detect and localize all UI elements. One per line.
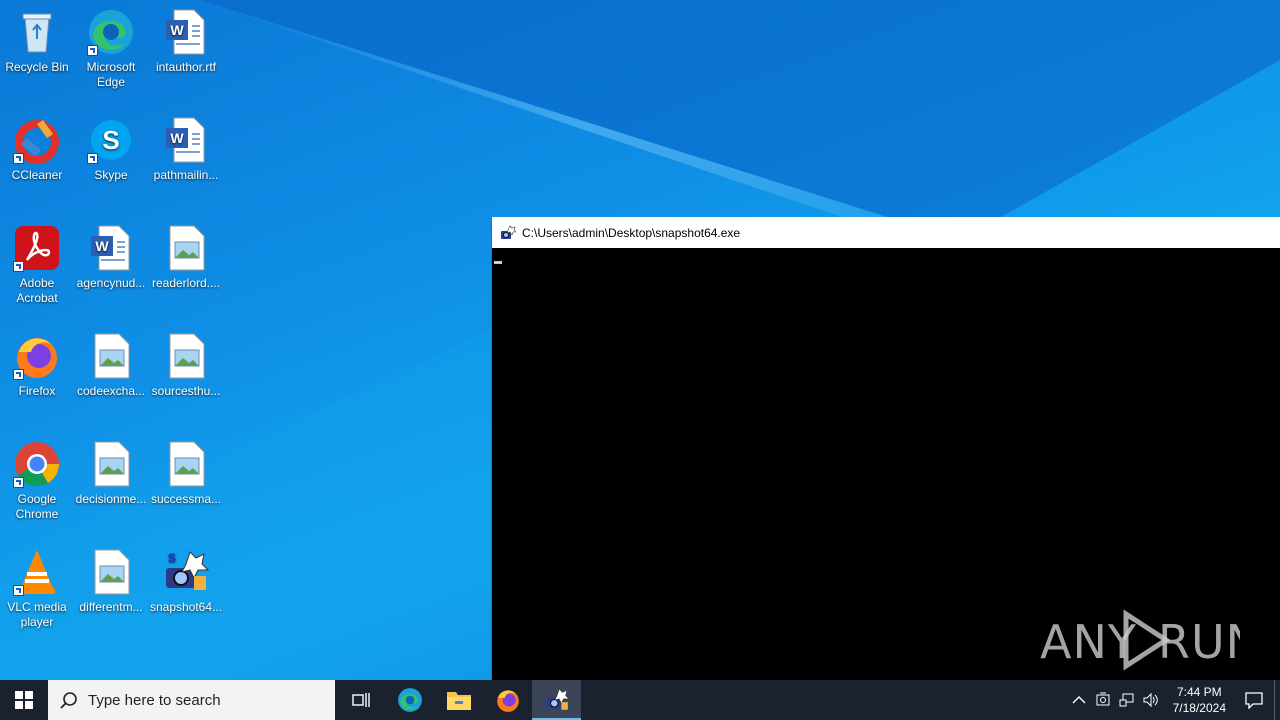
desktop-icon-edge[interactable]: Microsoft Edge (74, 8, 148, 90)
differentm-label: differentm... (79, 600, 143, 614)
word-document-icon: W (162, 8, 210, 56)
recycle-bin-label: Recycle Bin (5, 60, 69, 74)
firefox-icon (496, 690, 519, 712)
desktop-icon-agencynud[interactable]: W agencynud... (74, 224, 148, 291)
chevron-up-icon (1072, 696, 1086, 704)
desktop-icon-differentm[interactable]: differentm... (74, 548, 148, 615)
svg-text:W: W (170, 130, 184, 146)
clock-time: 7:44 PM (1176, 685, 1222, 699)
desktop-icon-chrome[interactable]: Google Chrome (0, 440, 74, 522)
decisionme-label: decisionme... (75, 492, 147, 506)
chrome-icon (13, 440, 61, 488)
image-file-icon (87, 440, 135, 488)
ccleaner-label: CCleaner (11, 168, 63, 182)
codeexcha-label: codeexcha... (76, 384, 146, 398)
readerlord-label: readerlord.... (151, 276, 221, 290)
search-icon (60, 692, 77, 709)
vlc-label: VLC media player (7, 600, 67, 629)
image-file-icon (162, 332, 210, 380)
image-file-icon (87, 332, 135, 380)
taskbar-search-box[interactable]: Type here to search (48, 680, 335, 720)
console-titlebar[interactable]: C:\Users\admin\Desktop\snapshot64.exe (492, 217, 1280, 248)
acrobat-label: Adobe Acrobat (16, 276, 58, 305)
show-hidden-icons-button[interactable] (1067, 695, 1091, 705)
desktop-icon-acrobat[interactable]: Adobe Acrobat (0, 224, 74, 306)
desktop-icon-pathmailin[interactable]: W pathmailin... (149, 116, 223, 183)
task-view-button[interactable] (336, 680, 385, 720)
skype-label: Skype (94, 168, 128, 182)
chrome-label: Google Chrome (15, 492, 59, 521)
recycle-bin-icon (13, 8, 61, 56)
edge-label: Microsoft Edge (86, 60, 136, 89)
sourcesthu-label: sourcesthu... (151, 384, 221, 398)
console-title: C:\Users\admin\Desktop\snapshot64.exe (522, 225, 741, 240)
taskbar-file-explorer-button[interactable] (434, 680, 483, 720)
desktop-icon-decisionme[interactable]: decisionme... (74, 440, 148, 507)
agencynud-label: agencynud... (76, 276, 146, 290)
network-button[interactable] (1115, 692, 1139, 708)
intauthor-label: intauthor.rtf (155, 60, 217, 74)
snapshot64-label: snapshot64... (149, 600, 223, 614)
svg-text:W: W (95, 238, 109, 254)
image-file-icon (87, 548, 135, 596)
watermark-text-run: RUN (1158, 615, 1240, 669)
desktop-icon-readerlord[interactable]: readerlord.... (149, 224, 223, 291)
desktop-icon-codeexcha[interactable]: codeexcha... (74, 332, 148, 399)
skype-icon: S (87, 116, 135, 164)
network-icon (1119, 693, 1134, 707)
desktop-icon-recycle-bin[interactable]: Recycle Bin (0, 8, 74, 75)
firefox-label: Firefox (18, 384, 56, 398)
system-tray: 7:44 PM 7/18/2024 (1067, 680, 1280, 720)
anyrun-watermark: ANY RUN (1040, 608, 1260, 672)
vlc-icon (13, 548, 61, 596)
show-desktop-button[interactable] (1274, 680, 1280, 720)
taskbar: Type here to search 7:44 PM 7/18/2024 (0, 680, 1280, 720)
start-button[interactable] (0, 680, 48, 720)
clock-date: 7/18/2024 (1172, 701, 1226, 715)
taskbar-firefox-button[interactable] (483, 680, 532, 720)
tray-device-button[interactable] (1091, 692, 1115, 708)
desktop-icon-sourcesthu[interactable]: sourcesthu... (149, 332, 223, 399)
snapshot-app-icon (545, 688, 570, 710)
desktop-icon-firefox[interactable]: Firefox (0, 332, 74, 399)
folder-icon (446, 692, 471, 710)
desktop-icon-ccleaner[interactable]: CCleaner (0, 116, 74, 183)
task-view-icon (351, 693, 370, 707)
desktop-icon-skype[interactable]: S Skype (74, 116, 148, 183)
desktop-icon-vlc[interactable]: VLC media player (0, 548, 74, 630)
svg-text:W: W (170, 22, 184, 38)
edge-icon (87, 8, 135, 56)
clock[interactable]: 7:44 PM 7/18/2024 (1163, 684, 1234, 716)
successma-label: successma... (150, 492, 222, 506)
word-document-icon: W (87, 224, 135, 272)
taskbar-snapshot64-button[interactable] (532, 680, 581, 720)
search-placeholder: Type here to search (88, 691, 221, 709)
svg-text:S: S (168, 551, 176, 565)
desktop-icon-snapshot64[interactable]: S snapshot64... (149, 548, 223, 615)
console-cursor (494, 261, 502, 264)
notification-icon (1245, 692, 1263, 709)
desktop-icon-successma[interactable]: successma... (149, 440, 223, 507)
desktop-icon-intauthor[interactable]: W intauthor.rtf (149, 8, 223, 75)
word-document-icon: W (162, 116, 210, 164)
watermark-text-any: ANY (1040, 615, 1137, 669)
image-file-icon (162, 224, 210, 272)
pathmailin-label: pathmailin... (153, 168, 219, 182)
speaker-icon (1143, 692, 1158, 708)
edge-icon (397, 688, 422, 712)
notification-center-button[interactable] (1234, 691, 1274, 709)
image-file-icon (162, 440, 210, 488)
svg-text:S: S (102, 125, 119, 155)
device-icon (1096, 692, 1110, 706)
windows-logo-icon (15, 691, 33, 709)
acrobat-icon (13, 224, 61, 272)
snapshot-app-icon: S (162, 548, 210, 596)
firefox-icon (13, 332, 61, 380)
volume-button[interactable] (1139, 692, 1163, 708)
ccleaner-icon (13, 116, 61, 164)
console-app-icon (501, 224, 516, 239)
taskbar-edge-button[interactable] (385, 680, 434, 720)
